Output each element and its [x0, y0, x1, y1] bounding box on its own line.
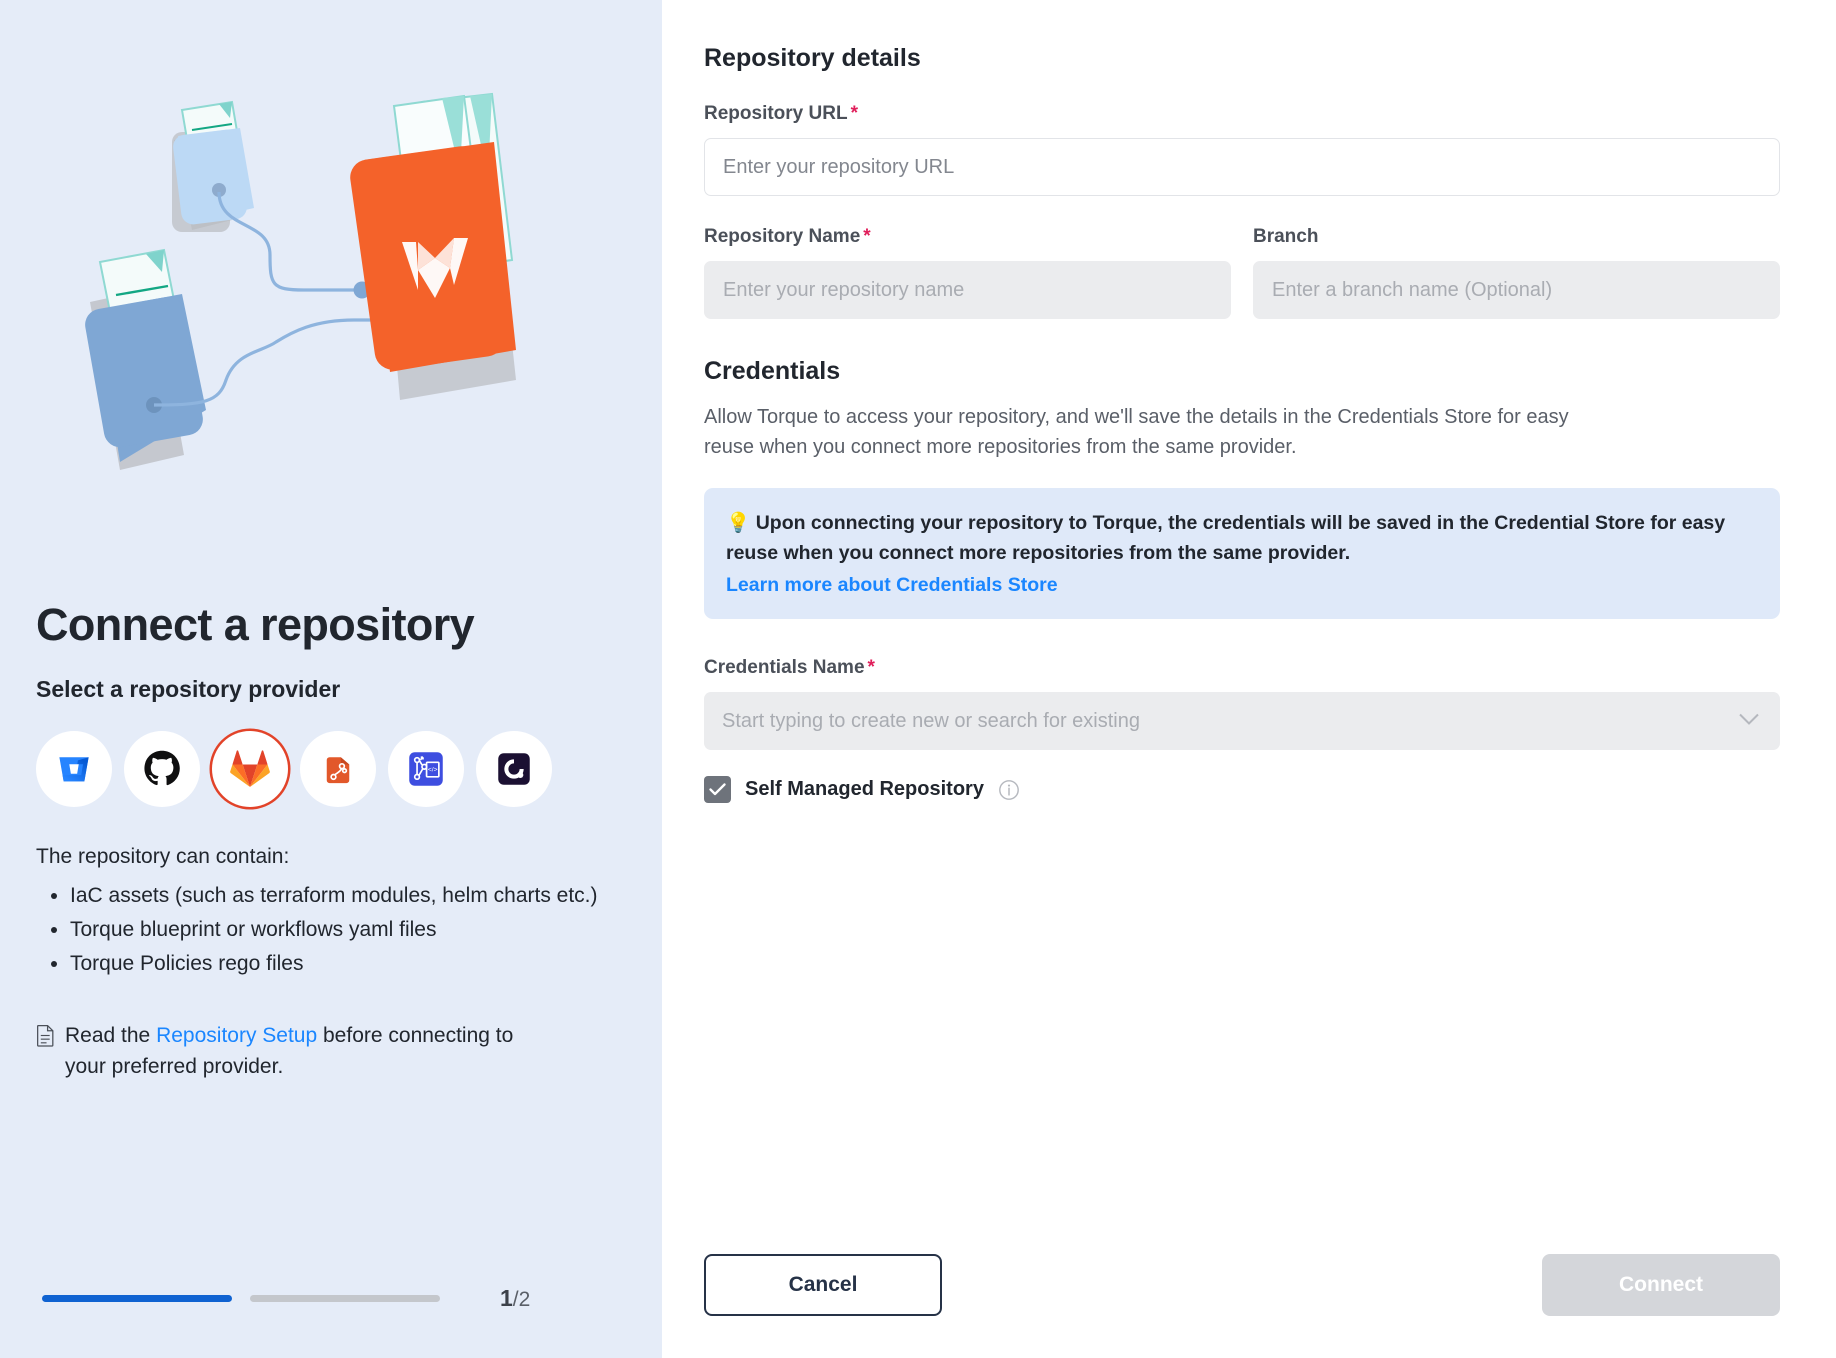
chevron-down-icon — [1738, 710, 1760, 733]
azure-devops-icon: </> — [409, 751, 443, 786]
repository-contains-label: The repository can contain: — [36, 844, 290, 868]
torque-icon — [498, 752, 530, 785]
repository-contains-list: IaC assets (such as terraform modules, h… — [36, 881, 626, 980]
info-icon[interactable] — [998, 779, 1020, 801]
repository-details-form: Repository details Repository URL* Repos… — [662, 0, 1836, 1358]
branch-field: Branch — [1253, 226, 1780, 319]
repository-setup-link[interactable]: Repository Setup — [156, 1024, 317, 1047]
credentials-store-link[interactable]: Learn more about Credentials Store — [726, 574, 1058, 597]
wizard-progress: 1/2 — [42, 1285, 622, 1312]
provider-option-torque[interactable] — [476, 730, 552, 807]
read-prefix: Read the — [65, 1023, 157, 1047]
credentials-title: Credentials — [704, 357, 841, 385]
aws-codecommit-icon — [326, 756, 350, 783]
notice-body: 💡 Upon connecting your repository to Tor… — [726, 508, 1756, 568]
branch-label: Branch — [1253, 226, 1319, 247]
lightbulb-icon: 💡 — [726, 512, 751, 534]
bitbucket-icon — [59, 756, 89, 781]
name-branch-row: Repository Name* Branch — [704, 226, 1780, 319]
provider-option-azure-devops[interactable]: </> — [388, 730, 464, 807]
notice-text: Upon connecting your repository to Torqu… — [726, 512, 1726, 565]
cancel-button[interactable]: Cancel — [704, 1254, 942, 1316]
connect-repository-dialog: Connect a repository Select a repository… — [0, 0, 1836, 1358]
required-marker: * — [863, 226, 871, 247]
repository-name-label: Repository Name * — [704, 226, 1231, 248]
list-item: Torque blueprint or workflows yaml files — [70, 915, 626, 945]
repository-url-input[interactable] — [704, 138, 1780, 196]
dialog-footer: Cancel Connect — [704, 1254, 1780, 1316]
document-icon — [36, 1020, 55, 1083]
credentials-name-select[interactable]: Start typing to create new or search for… — [704, 692, 1780, 751]
repository-name-input[interactable] — [704, 261, 1231, 319]
repository-details-title: Repository details — [704, 44, 921, 72]
gitlab-icon — [230, 749, 270, 787]
list-item: IaC assets (such as terraform modules, h… — [70, 881, 626, 911]
repository-name-field: Repository Name * — [704, 226, 1231, 319]
provider-section-subtitle: Select a repository provider — [36, 675, 341, 702]
connect-button[interactable]: Connect — [1542, 1254, 1780, 1316]
credentials-name-label-text: Credentials Name — [704, 657, 865, 679]
provider-option-bitbucket[interactable] — [36, 730, 112, 807]
provider-selector: </> — [36, 730, 626, 807]
provider-option-gitlab[interactable] — [212, 730, 288, 807]
svg-text:</>: </> — [428, 766, 438, 773]
repository-setup-text: Read the Repository Setup before connect… — [65, 1020, 556, 1083]
check-icon — [709, 783, 726, 796]
progress-total: 2 — [518, 1288, 531, 1311]
repository-url-label: Repository URL * — [704, 103, 1780, 125]
left-info-panel: Connect a repository Select a repository… — [0, 0, 662, 1358]
progress-current: 1 — [500, 1285, 513, 1311]
required-marker: * — [867, 657, 875, 679]
branch-input[interactable] — [1253, 261, 1780, 319]
credentials-store-notice: 💡 Upon connecting your repository to Tor… — [704, 488, 1780, 620]
github-icon — [144, 750, 180, 785]
list-item: Torque Policies rego files — [70, 949, 626, 979]
credentials-name-label: Credentials Name * — [704, 657, 1780, 679]
provider-option-github[interactable] — [124, 730, 200, 807]
progress-step-2 — [250, 1295, 440, 1302]
repository-name-label-text: Repository Name — [704, 226, 861, 247]
progress-step-count: 1/2 — [500, 1285, 530, 1312]
progress-step-1 — [42, 1295, 232, 1302]
self-managed-repository-label: Self Managed Repository — [745, 778, 984, 801]
repository-url-label-text: Repository URL — [704, 103, 848, 124]
connect-repository-illustration — [64, 80, 534, 500]
provider-option-codecommit[interactable] — [300, 730, 376, 807]
self-managed-repository-row: Self Managed Repository — [704, 776, 1780, 804]
credentials-name-field: Credentials Name * Start typing to create… — [704, 657, 1780, 751]
left-panel-content: Connect a repository Select a repository… — [36, 600, 626, 1083]
repository-setup-note: Read the Repository Setup before connect… — [36, 1020, 556, 1083]
credentials-name-placeholder: Start typing to create new or search for… — [722, 709, 1140, 732]
required-marker: * — [850, 103, 858, 124]
self-managed-repository-checkbox[interactable] — [704, 776, 731, 804]
page-title: Connect a repository — [36, 599, 475, 650]
credentials-description: Allow Torque to access your repository, … — [704, 406, 1569, 458]
